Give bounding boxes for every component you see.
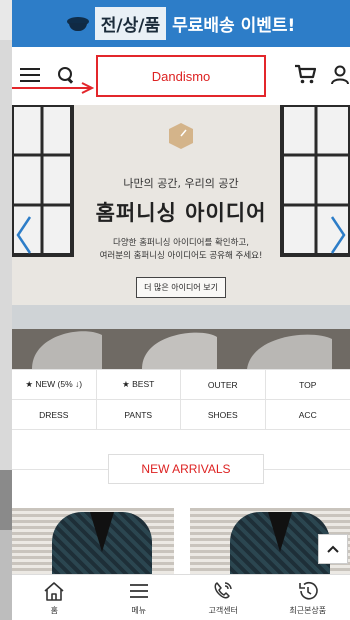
menu-icon: [129, 584, 148, 598]
bottom-nav-home[interactable]: 홈: [12, 575, 97, 620]
site-logo[interactable]: Dandismo: [96, 55, 266, 97]
side-strip-fragment: [0, 470, 12, 530]
category-dress[interactable]: DRESS: [12, 400, 97, 430]
promo-banner[interactable]: 전/상/품 무료배송 이벤트!: [12, 0, 350, 47]
hero-banner[interactable]: 나만의 공간, 우리의 공간 홈퍼니싱 아이디어 다양한 홈퍼니싱 아이디어를 …: [12, 105, 350, 369]
bottom-nav-recent[interactable]: 최근본상품: [266, 575, 350, 620]
bottom-nav-label: 메뉴: [131, 606, 147, 615]
hero-title: 홈퍼니싱 아이디어: [95, 201, 267, 225]
new-arrivals-title: NEW ARRIVALS: [108, 454, 264, 484]
user-icon[interactable]: [330, 65, 350, 85]
side-strip-fragment: [0, 0, 12, 40]
chevron-right-icon[interactable]: [328, 215, 348, 255]
hero-more-button[interactable]: 더 많은 아이디어 보기: [136, 277, 226, 298]
category-pants[interactable]: PANTS: [96, 400, 181, 430]
bottom-nav-label: 고객센터: [208, 606, 238, 615]
cap-icon: [66, 16, 89, 31]
bottom-nav-customer-center[interactable]: 고객센터: [181, 575, 266, 620]
promo-text: 무료배송 이벤트!: [172, 16, 296, 36]
scroll-top-button[interactable]: [318, 534, 348, 564]
chevron-left-icon[interactable]: [14, 215, 34, 255]
hamburger-menu-icon[interactable]: [20, 67, 40, 83]
category-acc[interactable]: ACC: [265, 400, 350, 430]
hero-desc-line1: 다양한 홈퍼니싱 아이디어를 확인하고,: [113, 238, 249, 248]
home-icon: [44, 582, 64, 601]
phone-icon: [214, 582, 232, 599]
bottom-nav-label: 최근본상품: [289, 606, 327, 615]
chevron-up-icon: [327, 545, 339, 553]
bottom-nav-label: 홈: [50, 606, 58, 615]
category-grid: ★ NEW (5% ↓) ★ BEST OUTER TOP DRESS PANT…: [12, 369, 350, 430]
bottom-nav-menu[interactable]: 메뉴: [97, 575, 182, 620]
annotation-arrow-icon: [12, 82, 95, 94]
promo-highlight-group: 전/상/품: [66, 7, 167, 40]
category-outer[interactable]: OUTER: [181, 370, 266, 400]
promo-highlight: 전/상/품: [94, 7, 167, 40]
side-strip: [0, 0, 12, 620]
category-best[interactable]: ★ BEST: [96, 370, 181, 400]
side-strip-fragment: [0, 530, 12, 620]
site-header: Dandismo: [12, 47, 350, 105]
product-list: [12, 508, 350, 574]
mobile-page: 전/상/품 무료배송 이벤트! Dandismo 나만의 공간, 우리의 공간 …: [12, 0, 350, 620]
hero-subtitle: 나만의 공간, 우리의 공간: [123, 177, 239, 190]
hero-copy: 나만의 공간, 우리의 공간 홈퍼니싱 아이디어 다양한 홈퍼니싱 아이디어를 …: [62, 175, 300, 298]
bottom-nav: 홈 메뉴 고객센터 최근본상품: [12, 574, 350, 620]
cart-icon[interactable]: [294, 63, 316, 85]
category-new[interactable]: ★ NEW (5% ↓): [12, 370, 97, 400]
hero-desc-line2: 여러분의 홈퍼니싱 아이디어도 공유해 주세요!: [99, 251, 263, 261]
new-arrivals-header: NEW ARRIVALS: [12, 430, 350, 504]
category-top[interactable]: TOP: [265, 370, 350, 400]
category-shoes[interactable]: SHOES: [181, 400, 266, 430]
history-icon: [298, 581, 318, 600]
product-image[interactable]: [12, 508, 174, 574]
site-logo-text: Dandismo: [151, 68, 211, 84]
search-icon[interactable]: [58, 67, 74, 83]
